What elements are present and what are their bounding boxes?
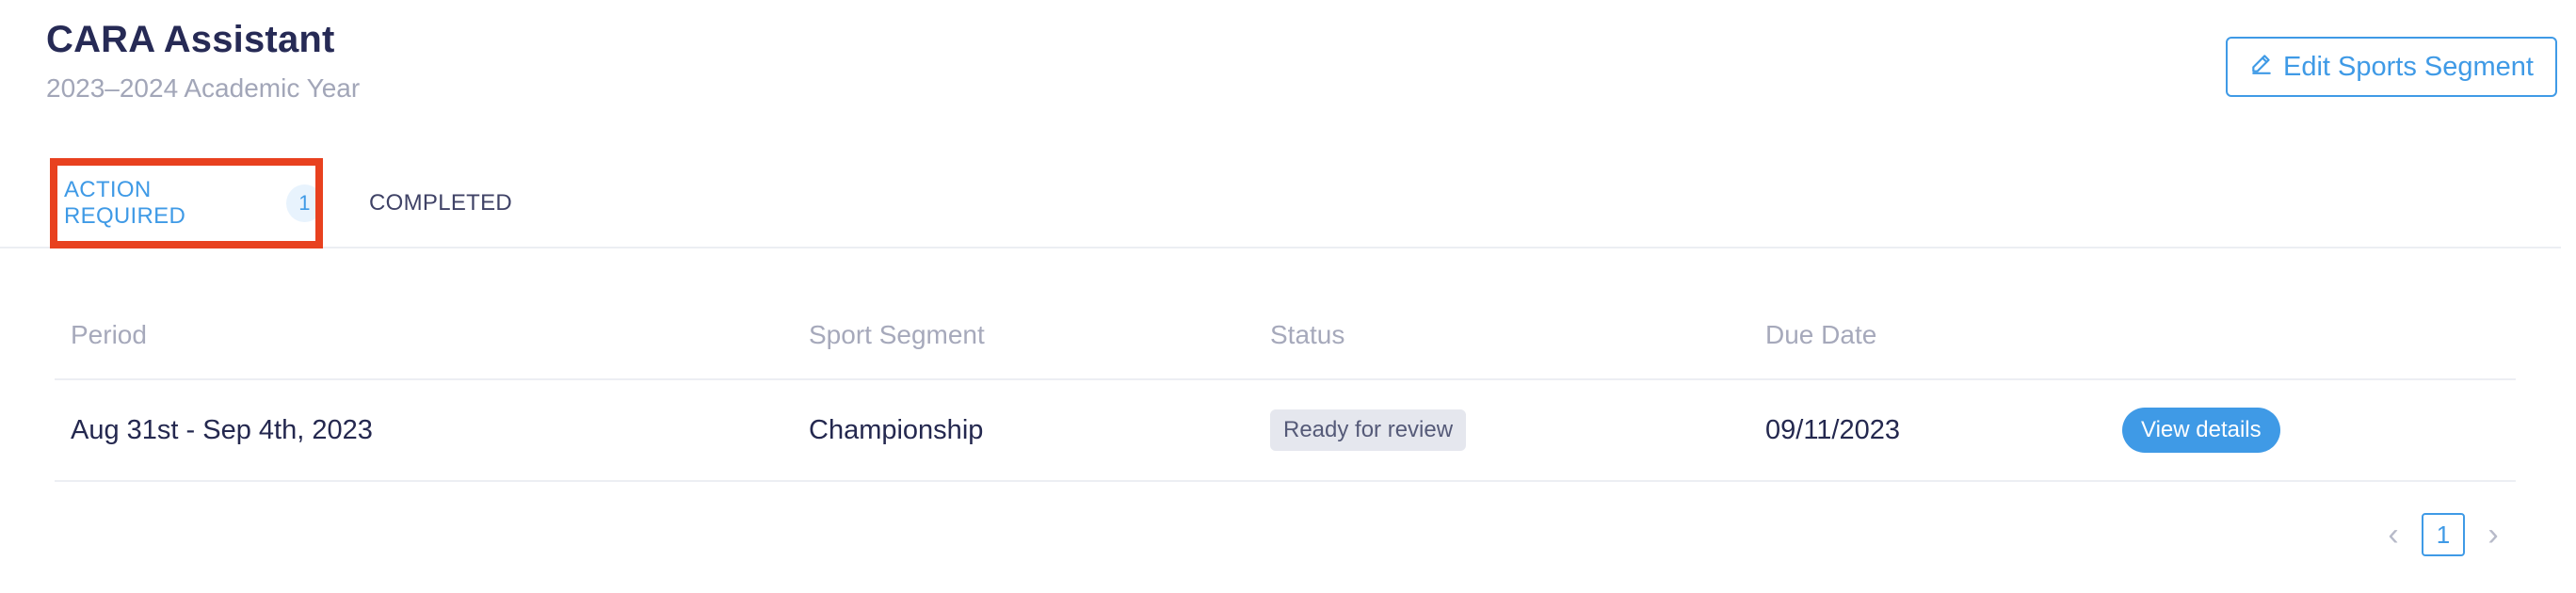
page: CARA Assistant 2023–2024 Academic Year E… <box>0 0 2576 593</box>
cell-action: View details <box>2122 380 2280 480</box>
cell-period: Aug 31st - Sep 4th, 2023 <box>71 414 373 445</box>
page-number-current[interactable]: 1 <box>2422 513 2465 556</box>
tab-completed[interactable]: COMPLETED <box>369 158 512 248</box>
tab-bar: ACTION REQUIRED 1 COMPLETED <box>0 158 2561 248</box>
page-title: CARA Assistant <box>46 19 335 60</box>
table-header: Period Sport Segment Status Due Date <box>55 297 2516 380</box>
tab-count-badge: 1 <box>286 184 323 222</box>
edit-sports-segment-button[interactable]: Edit Sports Segment <box>2226 37 2557 97</box>
cell-sport-segment: Championship <box>809 414 984 445</box>
column-header-period: Period <box>71 320 147 349</box>
cell-status: Ready for review <box>1270 380 1467 480</box>
pagination: ‹ 1 › <box>2382 512 2504 557</box>
view-details-button[interactable]: View details <box>2122 408 2280 453</box>
academic-year-subtitle: 2023–2024 Academic Year <box>46 73 361 103</box>
chevron-left-icon[interactable]: ‹ <box>2382 517 2405 553</box>
tab-completed-label: COMPLETED <box>369 190 513 216</box>
table-row: Aug 31st - Sep 4th, 2023 Championship Re… <box>55 380 2516 482</box>
status-badge: Ready for review <box>1270 409 1467 451</box>
action-required-table: Period Sport Segment Status Due Date Aug… <box>55 297 2516 482</box>
cell-due-date: 09/11/2023 <box>1765 414 1900 445</box>
column-header-sport-segment: Sport Segment <box>809 320 985 349</box>
tab-action-required[interactable]: ACTION REQUIRED 1 <box>50 158 323 248</box>
tab-action-required-label: ACTION REQUIRED <box>64 177 186 229</box>
pencil-icon <box>2249 51 2274 83</box>
column-header-status: Status <box>1270 320 1345 349</box>
chevron-right-icon[interactable]: › <box>2482 517 2504 553</box>
column-header-due-date: Due Date <box>1765 320 1877 349</box>
edit-sports-segment-label: Edit Sports Segment <box>2283 51 2534 82</box>
